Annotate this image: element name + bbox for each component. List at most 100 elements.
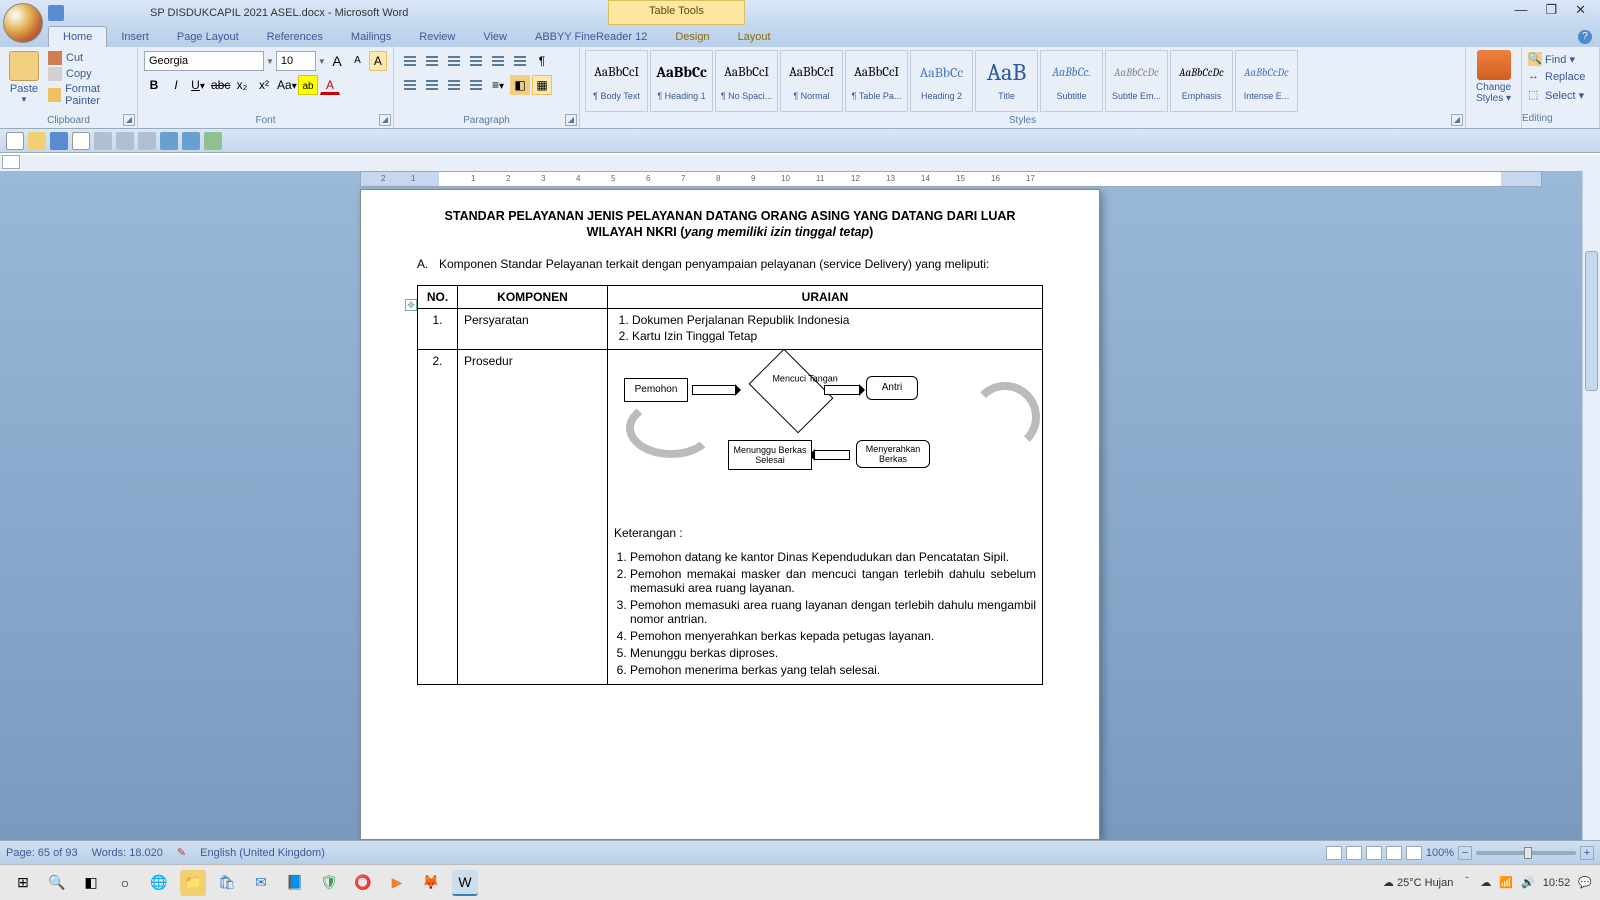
tab-review[interactable]: Review	[405, 27, 469, 47]
style-item[interactable]: AaBbCcI¶ Table Pa...	[845, 50, 908, 112]
minimize-button[interactable]: —	[1514, 2, 1527, 18]
explorer-icon[interactable]: 📁	[180, 870, 206, 896]
firefox-icon[interactable]: 🦊	[418, 870, 444, 896]
clipboard-launcher[interactable]: ◢	[123, 114, 135, 126]
weather-widget[interactable]: ☁ 25°C Hujan	[1383, 876, 1453, 889]
style-item[interactable]: AaBbCcI¶ Normal	[780, 50, 843, 112]
qat-table-icon[interactable]	[204, 132, 222, 150]
line-spacing-button[interactable]: ≡▾	[488, 75, 508, 95]
close-button[interactable]: ✕	[1575, 2, 1586, 18]
cortana-icon[interactable]: ○	[112, 870, 138, 896]
clock[interactable]: 10:52	[1543, 877, 1571, 889]
zoom-slider[interactable]	[1476, 851, 1576, 855]
change-styles-button[interactable]: ChangeStyles ▾	[1466, 47, 1522, 128]
edge-icon[interactable]: 🌐	[146, 870, 172, 896]
qat-spell-icon[interactable]	[138, 132, 156, 150]
tab-abbyy[interactable]: ABBYY FineReader 12	[521, 27, 661, 47]
cut-button[interactable]: Cut	[48, 51, 133, 65]
font-launcher[interactable]: ◢	[379, 114, 391, 126]
word-active-icon[interactable]: W	[452, 870, 478, 896]
bullets-button[interactable]	[400, 52, 420, 70]
superscript-button[interactable]: x²	[254, 75, 274, 95]
grow-font-button[interactable]: A	[328, 51, 346, 71]
style-item[interactable]: AaBbCcDcIntense E...	[1235, 50, 1298, 112]
task-view-icon[interactable]: ◧	[78, 870, 104, 896]
bold-button[interactable]: B	[144, 75, 164, 95]
zoom-value[interactable]: 100%	[1426, 847, 1454, 859]
font-size-input[interactable]	[276, 51, 316, 71]
qat-new-icon[interactable]	[6, 132, 24, 150]
document-page[interactable]: STANDAR PELAYANAN JENIS PELAYANAN DATANG…	[360, 189, 1100, 840]
align-right-button[interactable]	[444, 76, 464, 94]
qat-redo-icon[interactable]	[182, 132, 200, 150]
borders-button[interactable]: ▦	[532, 75, 552, 95]
strike-button[interactable]: abc	[210, 75, 230, 95]
underline-button[interactable]: U▾	[188, 75, 208, 95]
draft-view-icon[interactable]	[1406, 846, 1422, 860]
style-item[interactable]: AaBbCcI¶ Body Text	[585, 50, 648, 112]
style-item[interactable]: AaBbCcHeading 2	[910, 50, 973, 112]
style-item[interactable]: AaBbCc.Subtitle	[1040, 50, 1103, 112]
scrollbar-thumb[interactable]	[1585, 251, 1598, 391]
fullscreen-view-icon[interactable]	[1346, 846, 1362, 860]
zoom-in-button[interactable]: +	[1580, 846, 1594, 860]
vertical-scrollbar[interactable]	[1582, 171, 1600, 840]
qat-undo-icon[interactable]	[160, 132, 178, 150]
qat-preview-icon[interactable]	[116, 132, 134, 150]
proofing-icon[interactable]: ✎	[177, 846, 186, 859]
store-icon[interactable]: 🛍	[214, 870, 240, 896]
style-item[interactable]: AaBTitle	[975, 50, 1038, 112]
shrink-font-button[interactable]: A	[348, 51, 366, 71]
multilevel-button[interactable]	[444, 52, 464, 70]
web-view-icon[interactable]	[1366, 846, 1382, 860]
zoom-out-button[interactable]: −	[1458, 846, 1472, 860]
qat-mail-icon[interactable]	[72, 132, 90, 150]
chrome-icon[interactable]: ⭕	[350, 870, 376, 896]
tab-references[interactable]: References	[253, 27, 337, 47]
style-item[interactable]: AaBbCc¶ Heading 1	[650, 50, 713, 112]
security-icon[interactable]: 🛡	[316, 870, 342, 896]
styles-launcher[interactable]: ◢	[1451, 114, 1463, 126]
save-icon[interactable]	[48, 5, 64, 21]
print-layout-view-icon[interactable]	[1326, 846, 1342, 860]
table-move-handle[interactable]: ✥	[405, 299, 417, 311]
inc-indent-button[interactable]	[488, 52, 508, 70]
style-item[interactable]: AaBbCcDcSubtle Em...	[1105, 50, 1168, 112]
tab-mailings[interactable]: Mailings	[337, 27, 405, 47]
mail-icon[interactable]: ✉	[248, 870, 274, 896]
highlight-button[interactable]: ab	[298, 75, 318, 95]
format-painter-button[interactable]: Format Painter	[48, 83, 133, 107]
shading-button[interactable]: ◧	[510, 75, 530, 95]
align-center-button[interactable]	[422, 76, 442, 94]
paste-button[interactable]: Paste ▼	[4, 49, 44, 113]
word-icon[interactable]: 📘	[282, 870, 308, 896]
clear-format-button[interactable]: A	[369, 51, 387, 71]
replace-button[interactable]: ↔Replace	[1528, 70, 1593, 84]
status-words[interactable]: Words: 18.020	[92, 847, 163, 859]
qat-open-icon[interactable]	[28, 132, 46, 150]
find-button[interactable]: 🔍Find ▾	[1528, 52, 1593, 66]
qat-save-icon[interactable]	[50, 132, 68, 150]
font-name-input[interactable]	[144, 51, 264, 71]
copy-button[interactable]: Copy	[48, 67, 133, 81]
subscript-button[interactable]: x₂	[232, 75, 252, 95]
justify-button[interactable]	[466, 76, 486, 94]
align-left-button[interactable]	[400, 76, 420, 94]
qat-print-icon[interactable]	[94, 132, 112, 150]
tab-view[interactable]: View	[469, 27, 521, 47]
horizontal-ruler[interactable]: 2 1 1 2 3 4 5 6 7 8 9 10 11 12 13 14 15 …	[360, 171, 1542, 187]
font-color-button[interactable]: A	[320, 75, 340, 95]
status-language[interactable]: English (United Kingdom)	[200, 847, 325, 859]
volume-icon[interactable]: 🔊	[1521, 876, 1535, 889]
sort-button[interactable]	[510, 52, 530, 70]
paragraph-launcher[interactable]: ◢	[565, 114, 577, 126]
tab-insert[interactable]: Insert	[107, 27, 163, 47]
style-item[interactable]: AaBbCcI¶ No Spaci...	[715, 50, 778, 112]
notifications-icon[interactable]: 💬	[1578, 876, 1592, 889]
start-button[interactable]: ⊞	[10, 870, 36, 896]
status-page[interactable]: Page: 65 of 93	[6, 847, 78, 859]
tab-layout[interactable]: Layout	[724, 27, 785, 47]
help-icon[interactable]: ?	[1578, 30, 1592, 44]
dec-indent-button[interactable]	[466, 52, 486, 70]
tab-selector[interactable]	[2, 155, 20, 169]
